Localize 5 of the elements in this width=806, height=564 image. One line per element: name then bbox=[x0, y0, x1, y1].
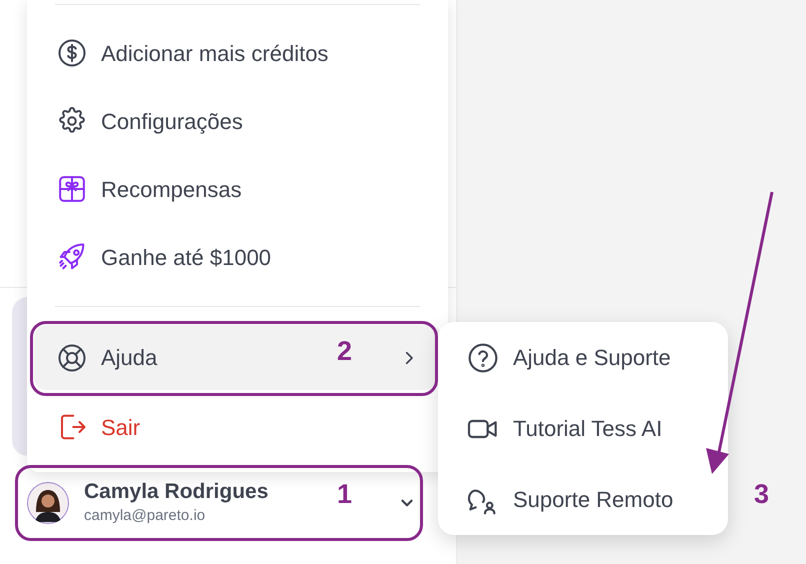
annotation-number: 2 bbox=[337, 338, 352, 365]
user-name: Camyla Rodrigues bbox=[84, 479, 268, 505]
annotation-number: 3 bbox=[754, 481, 770, 508]
annotation-number: 1 bbox=[337, 481, 352, 508]
user-email: camyla@pareto.io bbox=[84, 506, 206, 526]
